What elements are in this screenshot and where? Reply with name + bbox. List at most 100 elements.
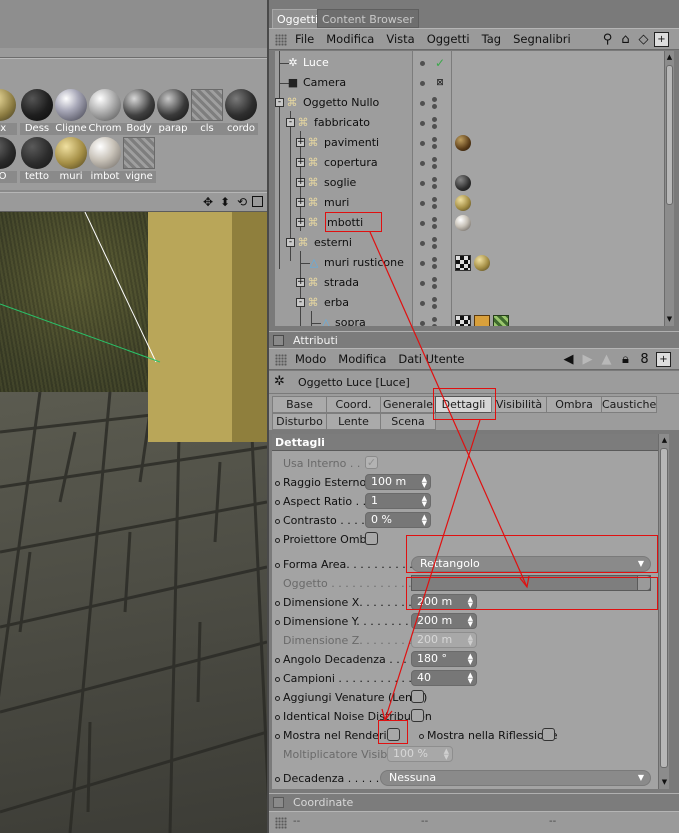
material-swatch[interactable]: Dess — [20, 89, 54, 135]
tree-row[interactable]: - ⌘ Oggetto Nullo — [275, 93, 665, 113]
usa-interno-checkbox[interactable]: ✓ — [365, 456, 378, 469]
menu-vista[interactable]: Vista — [386, 32, 414, 46]
anim-dot-icon[interactable] — [275, 538, 280, 543]
tree-row[interactable]: - ⌘ esterni — [275, 233, 665, 253]
expand-icon[interactable]: + — [296, 158, 305, 167]
forma-area-dropdown[interactable]: Rettangolo ▼ — [411, 556, 651, 572]
check-icon[interactable]: ✓ — [433, 56, 447, 70]
expand-icon[interactable]: + — [296, 198, 305, 207]
identical-noise-checkbox[interactable] — [411, 709, 424, 722]
tree-row[interactable]: ✲ Luce ✓ — [275, 53, 665, 73]
attributes-scrollbar[interactable]: ▲ ▼ — [658, 434, 669, 789]
anim-dot-icon[interactable] — [275, 481, 280, 486]
oggetto-link-field[interactable] — [411, 575, 651, 591]
anim-dot-icon[interactable] — [275, 734, 280, 739]
hair-tag-icon[interactable] — [493, 315, 509, 326]
tree-row[interactable]: + ⌘ imbotti — [275, 213, 665, 233]
collapse-icon[interactable]: - — [286, 118, 295, 127]
panel-toggle[interactable] — [273, 797, 284, 808]
anim-dot-icon[interactable] — [275, 777, 280, 782]
tree-row[interactable]: - ⌘ erba — [275, 293, 665, 313]
tab-oggetti[interactable]: Oggetti — [272, 9, 324, 28]
angolo-decadenza-input[interactable]: 180 ° ▲ ▼ — [411, 651, 477, 667]
tree-row[interactable]: + ⌘ strada — [275, 273, 665, 293]
tree-row[interactable]: △ muri rusticone — [275, 253, 665, 273]
move-icon[interactable]: ✥ — [201, 195, 215, 209]
tree-row[interactable]: + ⌘ soglie — [275, 173, 665, 193]
scroll-up-icon[interactable]: ▲ — [665, 52, 674, 62]
menu-modifica[interactable]: Modifica — [326, 32, 374, 46]
tab-caustiche[interactable]: Caustiche — [601, 396, 657, 413]
anim-dot-icon[interactable] — [275, 500, 280, 505]
aspect-ratio-input[interactable]: 1 ▲ ▼ — [365, 493, 431, 509]
scroll-thumb[interactable] — [666, 65, 673, 205]
material-swatch[interactable]: Body — [122, 89, 156, 135]
anim-dot-icon[interactable] — [419, 734, 424, 739]
scroll-down-icon[interactable]: ▼ — [665, 314, 674, 324]
material-swatch[interactable]: tetto — [20, 137, 54, 183]
menu-file[interactable]: File — [295, 32, 314, 46]
tab-scena[interactable]: Scena — [380, 413, 436, 430]
back-arrow-icon[interactable]: ◀ — [561, 352, 576, 367]
home-icon[interactable]: ⌂ — [618, 32, 633, 47]
tab-visibilita[interactable]: Visibilità — [491, 396, 547, 413]
contrasto-input[interactable]: 0 % ▲ ▼ — [365, 512, 431, 528]
tree-row[interactable]: + ⌘ pavimenti — [275, 133, 665, 153]
new-panel-icon[interactable]: + — [656, 352, 671, 367]
grip-icon[interactable] — [275, 354, 287, 366]
tab-dettagli[interactable]: Dettagli — [435, 396, 492, 413]
collapse-icon[interactable]: - — [296, 298, 305, 307]
menu-segnalibri[interactable]: Segnalibri — [513, 32, 571, 46]
mostra-riflessione-checkbox[interactable] — [542, 728, 555, 741]
material-swatch[interactable]: Cligne — [54, 89, 88, 135]
scroll-down-icon[interactable]: ▼ — [660, 777, 669, 787]
tree-row[interactable]: - ⌘ fabbricato — [275, 113, 665, 133]
up-arrow-icon[interactable]: ▲ — [599, 352, 614, 367]
dimensione-x-input[interactable]: 200 m ▲ ▼ — [411, 594, 477, 610]
tree-row[interactable]: ■ Camera ⊠ — [275, 73, 665, 93]
maximize-icon[interactable] — [252, 196, 263, 207]
dolly-icon[interactable]: ⬍ — [218, 195, 232, 209]
dimensione-z-input[interactable]: 200 m ▲ ▼ — [411, 632, 477, 648]
material-swatch[interactable]: imbot — [88, 137, 122, 183]
menu-modifica[interactable]: Modifica — [338, 352, 386, 366]
anim-dot-icon[interactable] — [275, 715, 280, 720]
collapse-icon[interactable]: - — [275, 98, 284, 107]
menu-oggetti[interactable]: Oggetti — [427, 32, 470, 46]
link-icon[interactable]: 8 — [637, 352, 652, 367]
tree-row[interactable]: + ⌘ muri — [275, 193, 665, 213]
raggio-esterno-input[interactable]: 100 m ▲ ▼ — [365, 474, 431, 490]
render-tag-icon[interactable] — [474, 315, 490, 326]
grip-icon[interactable] — [275, 817, 287, 829]
material-swatch[interactable]: vigne — [122, 137, 156, 183]
tab-base[interactable]: Base — [272, 396, 327, 413]
material-swatch[interactable]: cordo — [224, 89, 258, 135]
search-icon[interactable]: ⚲ — [600, 32, 615, 47]
expand-icon[interactable]: + — [296, 178, 305, 187]
lock-icon[interactable]: 🔒︎ — [618, 352, 633, 367]
anim-dot-icon[interactable] — [275, 601, 280, 606]
anim-dot-icon[interactable] — [275, 658, 280, 663]
texture-tag-icon[interactable] — [455, 315, 471, 326]
panel-toggle[interactable] — [273, 335, 284, 346]
expand-icon[interactable]: + — [296, 278, 305, 287]
material-swatch[interactable]: cls — [190, 89, 224, 135]
rotate-icon[interactable]: ⟲ — [235, 195, 249, 209]
tab-generale[interactable]: Generale — [380, 396, 436, 413]
forward-arrow-icon[interactable]: ▶ — [580, 352, 595, 367]
anim-dot-icon[interactable] — [275, 677, 280, 682]
eye-icon[interactable]: ◇ — [636, 32, 651, 47]
camera-tag-icon[interactable]: ⊠ — [433, 76, 447, 90]
moltiplicatore-input[interactable]: 100 % ▲ ▼ — [387, 746, 453, 762]
decadenza-dropdown[interactable]: Nessuna ▼ — [380, 770, 651, 786]
material-tag-icon[interactable] — [455, 195, 471, 211]
tree-scrollbar[interactable]: ▲ ▼ — [664, 51, 674, 326]
grip-icon[interactable] — [275, 34, 287, 46]
anim-dot-icon[interactable] — [275, 696, 280, 701]
menu-tag[interactable]: Tag — [482, 32, 501, 46]
new-panel-icon[interactable]: + — [654, 32, 669, 47]
material-tag-icon[interactable] — [455, 135, 471, 151]
anim-dot-icon[interactable] — [275, 620, 280, 625]
material-tag-icon[interactable] — [455, 175, 471, 191]
anim-dot-icon[interactable] — [275, 519, 280, 524]
